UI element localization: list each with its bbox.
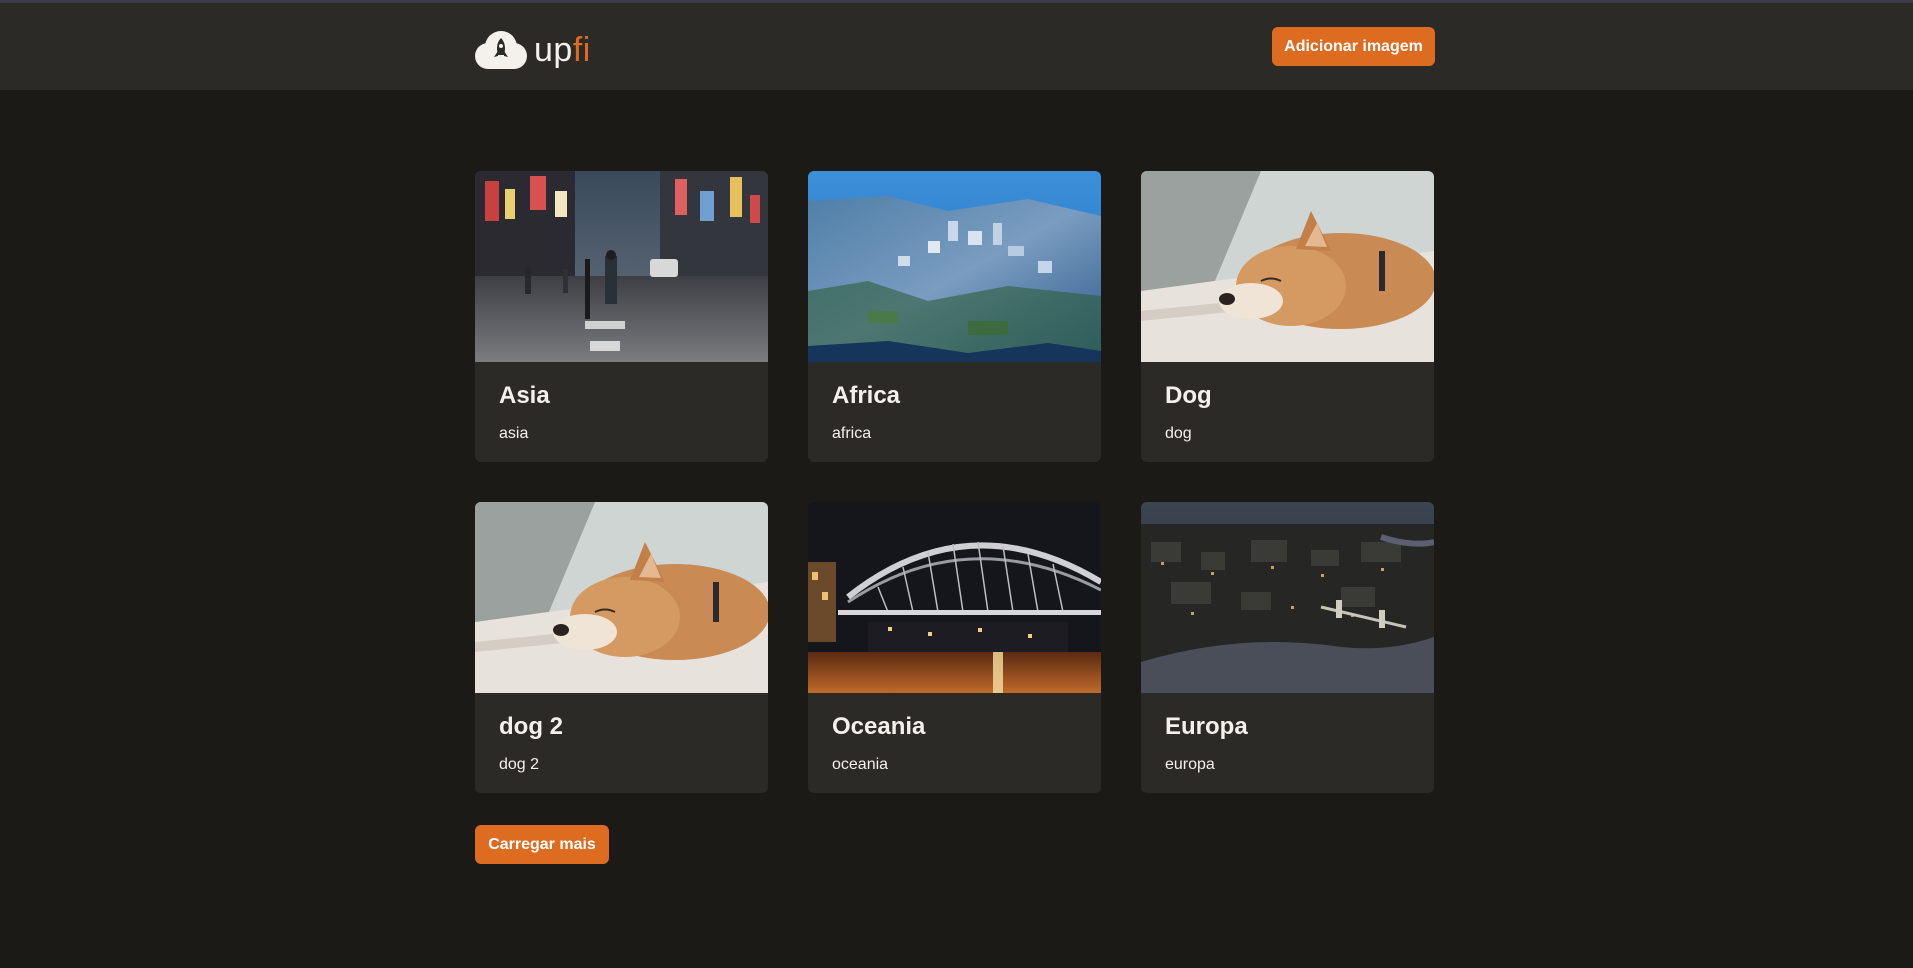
logo-text-accent: fi xyxy=(572,30,591,69)
cloud-rocket-icon xyxy=(475,30,527,69)
card-image-dog[interactable] xyxy=(1141,171,1434,362)
card-title: Oceania xyxy=(832,713,926,740)
image-card[interactable]: Europa europa xyxy=(1141,502,1434,793)
card-image-africa[interactable] xyxy=(808,171,1101,362)
card-image-asia[interactable] xyxy=(475,171,768,362)
upfi-logo[interactable]: upfi xyxy=(474,27,591,72)
image-card[interactable]: Asia asia xyxy=(475,171,768,462)
card-description: europa xyxy=(1165,756,1215,773)
image-card[interactable]: Africa africa xyxy=(808,171,1101,462)
card-description: oceania xyxy=(832,756,889,773)
top-header: upfi Adicionar imagem xyxy=(0,0,1913,90)
card-title: Europa xyxy=(1165,713,1248,740)
card-image-europa[interactable] xyxy=(1141,502,1434,693)
card-description: dog xyxy=(1165,425,1192,442)
logo-text-main: up xyxy=(534,30,573,69)
image-card[interactable]: dog 2 dog 2 xyxy=(475,502,768,793)
image-grid: Asia asia Africa africa Dog dog dog 2 do… xyxy=(475,171,1434,793)
card-description: africa xyxy=(832,425,872,442)
card-image-dog-2[interactable] xyxy=(475,502,768,693)
image-card[interactable]: Dog dog xyxy=(1141,171,1434,462)
add-image-button[interactable]: Adicionar imagem xyxy=(1272,27,1435,66)
logo-wordmark: upfi xyxy=(534,33,591,67)
card-title: Africa xyxy=(832,382,901,409)
card-image-oceania[interactable] xyxy=(808,502,1101,693)
card-title: Asia xyxy=(499,382,550,409)
card-description: asia xyxy=(499,425,529,442)
image-card[interactable]: Oceania oceania xyxy=(808,502,1101,793)
load-more-button[interactable]: Carregar mais xyxy=(475,825,609,864)
card-description: dog 2 xyxy=(499,756,540,773)
card-title: Dog xyxy=(1165,382,1212,409)
card-title: dog 2 xyxy=(499,713,563,740)
